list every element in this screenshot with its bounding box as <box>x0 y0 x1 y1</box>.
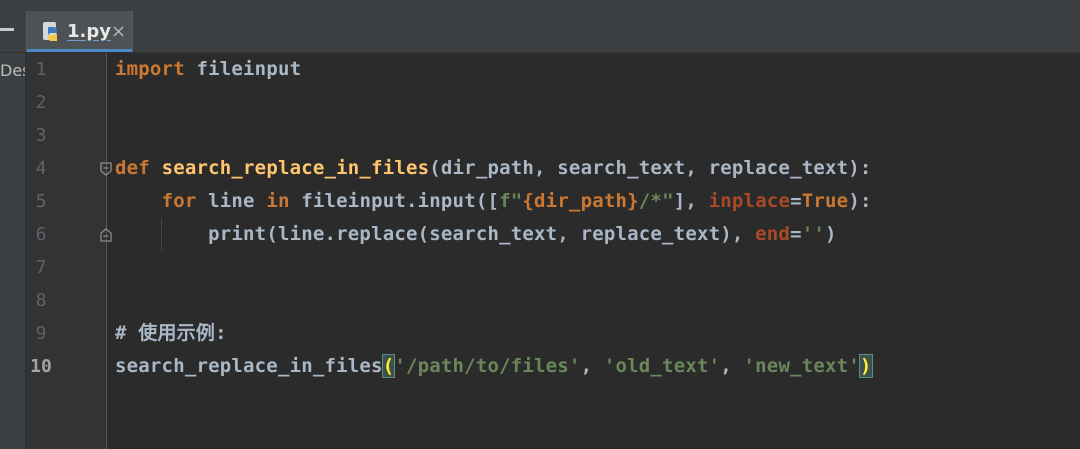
code-line-9: # 使用示例: <box>115 317 227 350</box>
code-text: ) <box>825 223 837 245</box>
line-number: 9 <box>35 323 47 344</box>
function-call: search_replace_in_files <box>115 355 383 377</box>
fold-start-icon[interactable] <box>100 162 112 176</box>
line-number: 5 <box>35 191 47 212</box>
code-text: , <box>580 355 604 377</box>
matched-paren: ( <box>381 354 396 378</box>
comment: # 使用示例: <box>115 322 227 344</box>
code-text: print(line.replace(search_text, replace_… <box>208 223 756 245</box>
line-number: 6 <box>35 224 47 245</box>
line-number: 2 <box>35 92 47 113</box>
code-text: = <box>790 223 802 245</box>
side-panel-label[interactable]: Des <box>0 61 25 80</box>
side-panel: Des <box>0 53 26 449</box>
current-line-number: 10 <box>30 356 52 377</box>
string: /*" <box>638 190 674 212</box>
code-line-4: def search_replace_in_files(dir_path, se… <box>115 152 872 185</box>
code-line-10: search_replace_in_files('/path/to/files'… <box>115 350 873 383</box>
code-line-5: for line in fileinput.input([f"{dir_path… <box>115 185 872 218</box>
string: '/path/to/files' <box>394 355 581 377</box>
code-text: fileinput.input([ <box>289 190 500 212</box>
close-tab-icon[interactable]: × <box>111 21 126 42</box>
matched-paren: ) <box>858 354 873 378</box>
keyword: for <box>161 190 197 212</box>
string: 'old_text' <box>603 355 721 377</box>
fold-end-icon[interactable] <box>100 228 112 242</box>
code-text: = <box>790 190 802 212</box>
tab-filename: 1.py <box>67 21 111 42</box>
active-tab-indicator <box>27 49 132 52</box>
code-line-1: import fileinput <box>115 53 301 86</box>
line-number: 1 <box>35 59 47 80</box>
line-number: 7 <box>35 257 47 278</box>
code-line-6: print(line.replace(search_text, replace_… <box>115 218 837 251</box>
string: 'new_text' <box>743 355 860 377</box>
keyword: import <box>115 58 185 80</box>
string: '' <box>801 223 825 245</box>
keyword: def <box>115 157 150 179</box>
keyword: True <box>801 190 849 212</box>
function-name: search_replace_in_files <box>161 157 430 179</box>
code-text: line <box>196 190 267 212</box>
python-file-icon <box>43 22 57 41</box>
fstring-expression: {dir_path} <box>522 190 639 212</box>
code-editor[interactable] <box>107 53 1080 449</box>
code-text: fileinput <box>184 58 302 80</box>
code-text: (dir_path, search_text, replace_text): <box>429 157 872 179</box>
keyword-argument: end <box>755 223 791 245</box>
line-number: 8 <box>35 290 47 311</box>
code-text: , <box>720 355 744 377</box>
line-number: 4 <box>35 158 47 179</box>
string: f" <box>499 190 523 212</box>
keyword-argument: inplace <box>708 190 791 212</box>
line-number: 3 <box>35 125 47 146</box>
collapse-panel-icon[interactable] <box>0 28 14 31</box>
code-text: ): <box>848 190 872 212</box>
tab-1-py[interactable]: 1.py × <box>26 11 133 52</box>
keyword: in <box>266 190 290 212</box>
editor-tab-bar: 1.py × <box>0 0 1080 53</box>
code-text: ], <box>673 190 709 212</box>
